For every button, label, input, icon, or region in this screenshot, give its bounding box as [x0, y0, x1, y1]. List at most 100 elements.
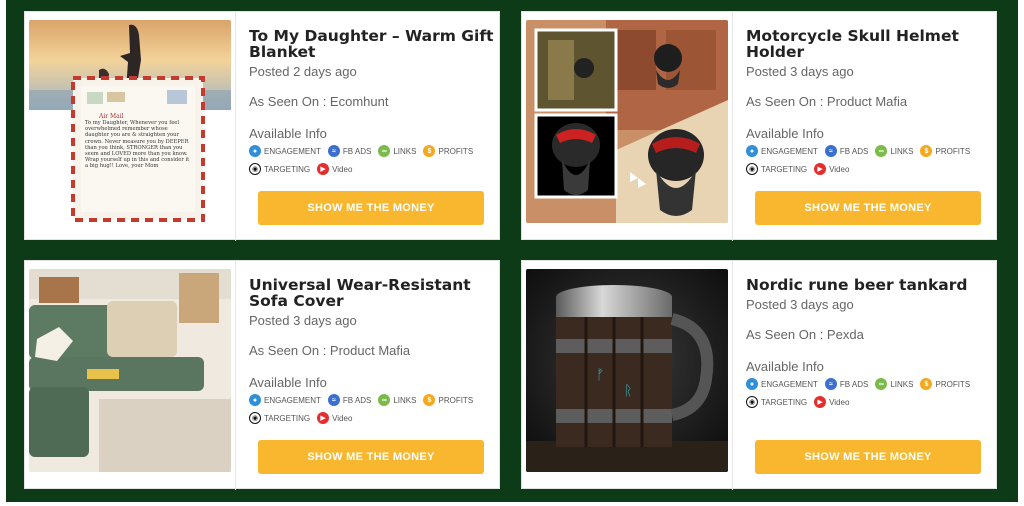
info-tag-label: ENGAGEMENT [264, 395, 321, 405]
info-tag: $ PROFITS [920, 145, 970, 157]
info-tag: $ PROFITS [423, 394, 473, 406]
target-icon: ◉ [746, 163, 758, 175]
wifi-icon: ≈ [327, 145, 340, 157]
wifi-icon: ≈ [824, 145, 837, 157]
info-tag: ≈ FB ADS [327, 145, 372, 157]
seen-on-source: As Seen On : Product Mafia [249, 343, 411, 358]
show-me-the-money-button[interactable]: SHOW ME THE MONEY [755, 191, 981, 225]
card-divider [235, 261, 236, 490]
info-tag: ◉ TARGETING [249, 163, 310, 175]
product-card: Universal Wear-Resistant Sofa Cover Post… [24, 260, 500, 490]
info-tag-label: ENGAGEMENT [264, 146, 321, 156]
info-tag-label: Video [829, 164, 850, 174]
product-image-skull-holder[interactable] [526, 20, 728, 223]
target-icon: ◉ [746, 396, 758, 408]
info-tag-label: FB ADS [342, 146, 372, 156]
play-icon: ▶ [814, 396, 827, 408]
wifi-icon: ≈ [824, 378, 837, 390]
info-tags: ● ENGAGEMENT ≈ FB ADS ∞ LINKS $ PROFITS ◉ TARGETI… [746, 378, 986, 408]
user-icon: ● [249, 145, 261, 157]
info-tag: ◉ TARGETING [746, 396, 807, 408]
info-tag-label: LINKS [393, 395, 417, 405]
product-title[interactable]: Nordic rune beer tankard [746, 277, 994, 293]
info-tag-label: LINKS [890, 379, 914, 389]
info-tag-label: Video [332, 413, 353, 423]
info-tag-label: Video [332, 164, 353, 174]
seen-on-source: As Seen On : Pexda [746, 327, 864, 342]
user-icon: ● [746, 145, 758, 157]
user-icon: ● [746, 378, 758, 390]
available-info-label: Available Info [746, 359, 824, 374]
info-tag: ≈ FB ADS [327, 394, 372, 406]
info-tag-label: PROFITS [438, 395, 474, 405]
show-me-the-money-button[interactable]: SHOW ME THE MONEY [258, 440, 484, 474]
info-tag-label: LINKS [890, 146, 914, 156]
info-tag: ● ENGAGEMENT [746, 145, 818, 157]
info-tag: ◉ TARGETING [249, 412, 310, 424]
info-tag-label: FB ADS [839, 146, 869, 156]
show-me-the-money-button[interactable]: SHOW ME THE MONEY [755, 440, 981, 474]
user-icon: ● [249, 394, 261, 406]
info-tag: ∞ LINKS [378, 145, 416, 157]
info-tag: ∞ LINKS [875, 145, 913, 157]
info-tag-label: PROFITS [438, 146, 474, 156]
dollar-icon: $ [423, 145, 436, 157]
info-tag-label: LINKS [393, 146, 417, 156]
product-grid: Air Mail To my Daughter, Whenever you fe… [6, 0, 1018, 502]
product-title[interactable]: Universal Wear-Resistant Sofa Cover [249, 277, 497, 309]
dollar-icon: $ [423, 394, 436, 406]
card-divider [732, 12, 733, 241]
info-tag: ▶ Video [317, 412, 352, 424]
target-icon: ◉ [249, 412, 261, 424]
product-title[interactable]: Motorcycle Skull Helmet Holder [746, 28, 994, 60]
play-icon: ▶ [814, 163, 827, 175]
info-tags: ● ENGAGEMENT ≈ FB ADS ∞ LINKS $ PROFITS ◉ TARGETI… [249, 145, 489, 175]
info-tag-label: FB ADS [839, 379, 869, 389]
seen-on-source: As Seen On : Ecomhunt [249, 94, 389, 109]
link-icon: ∞ [875, 145, 888, 157]
dollar-icon: $ [920, 378, 933, 390]
blanket-text: To my Daughter, Whenever you feel overwh… [85, 120, 190, 170]
info-tag: ∞ LINKS [875, 378, 913, 390]
card-divider [732, 261, 733, 490]
play-icon: ▶ [317, 163, 330, 175]
info-tags: ● ENGAGEMENT ≈ FB ADS ∞ LINKS $ PROFITS ◉ TARGETI… [746, 145, 986, 175]
info-tag-label: Video [829, 397, 850, 407]
info-tag: ● ENGAGEMENT [746, 378, 818, 390]
product-card: ᚠ ᚱ Nordic rune beer tankard Posted 3 da… [521, 260, 997, 490]
info-tag-label: FB ADS [342, 395, 372, 405]
info-tag-label: TARGETING [761, 164, 808, 174]
seen-on-source: As Seen On : Product Mafia [746, 94, 908, 109]
info-tag-label: TARGETING [264, 413, 311, 423]
available-info-label: Available Info [746, 126, 824, 141]
info-tag: ∞ LINKS [378, 394, 416, 406]
info-tag: ▶ Video [814, 163, 849, 175]
info-tag-label: PROFITS [935, 379, 971, 389]
product-title[interactable]: To My Daughter – Warm Gift Blanket [249, 28, 497, 60]
link-icon: ∞ [875, 378, 888, 390]
info-tag: ≈ FB ADS [824, 378, 869, 390]
card-divider [235, 12, 236, 241]
link-icon: ∞ [378, 145, 391, 157]
svg-text:ᚠ: ᚠ [596, 367, 604, 383]
info-tag-label: TARGETING [264, 164, 311, 174]
info-tag: ● ENGAGEMENT [249, 394, 321, 406]
posted-date: Posted 3 days ago [746, 297, 854, 312]
posted-date: Posted 3 days ago [746, 64, 854, 79]
blanket-heading: Air Mail [98, 113, 124, 120]
target-icon: ◉ [249, 163, 261, 175]
product-image-sofa-cover[interactable] [29, 269, 231, 472]
info-tag-label: PROFITS [935, 146, 971, 156]
info-tag-label: TARGETING [761, 397, 808, 407]
dollar-icon: $ [920, 145, 933, 157]
available-info-label: Available Info [249, 126, 327, 141]
info-tags: ● ENGAGEMENT ≈ FB ADS ∞ LINKS $ PROFITS ◉ TARGETI… [249, 394, 489, 424]
product-card: Air Mail To my Daughter, Whenever you fe… [24, 11, 500, 241]
wifi-icon: ≈ [327, 394, 340, 406]
posted-date: Posted 2 days ago [249, 64, 357, 79]
product-image-tankard[interactable]: ᚠ ᚱ [526, 269, 728, 472]
show-me-the-money-button[interactable]: SHOW ME THE MONEY [258, 191, 484, 225]
play-icon: ▶ [317, 412, 330, 424]
info-tag: $ PROFITS [920, 378, 970, 390]
product-image-blanket[interactable]: Air Mail To my Daughter, Whenever you fe… [29, 20, 231, 223]
